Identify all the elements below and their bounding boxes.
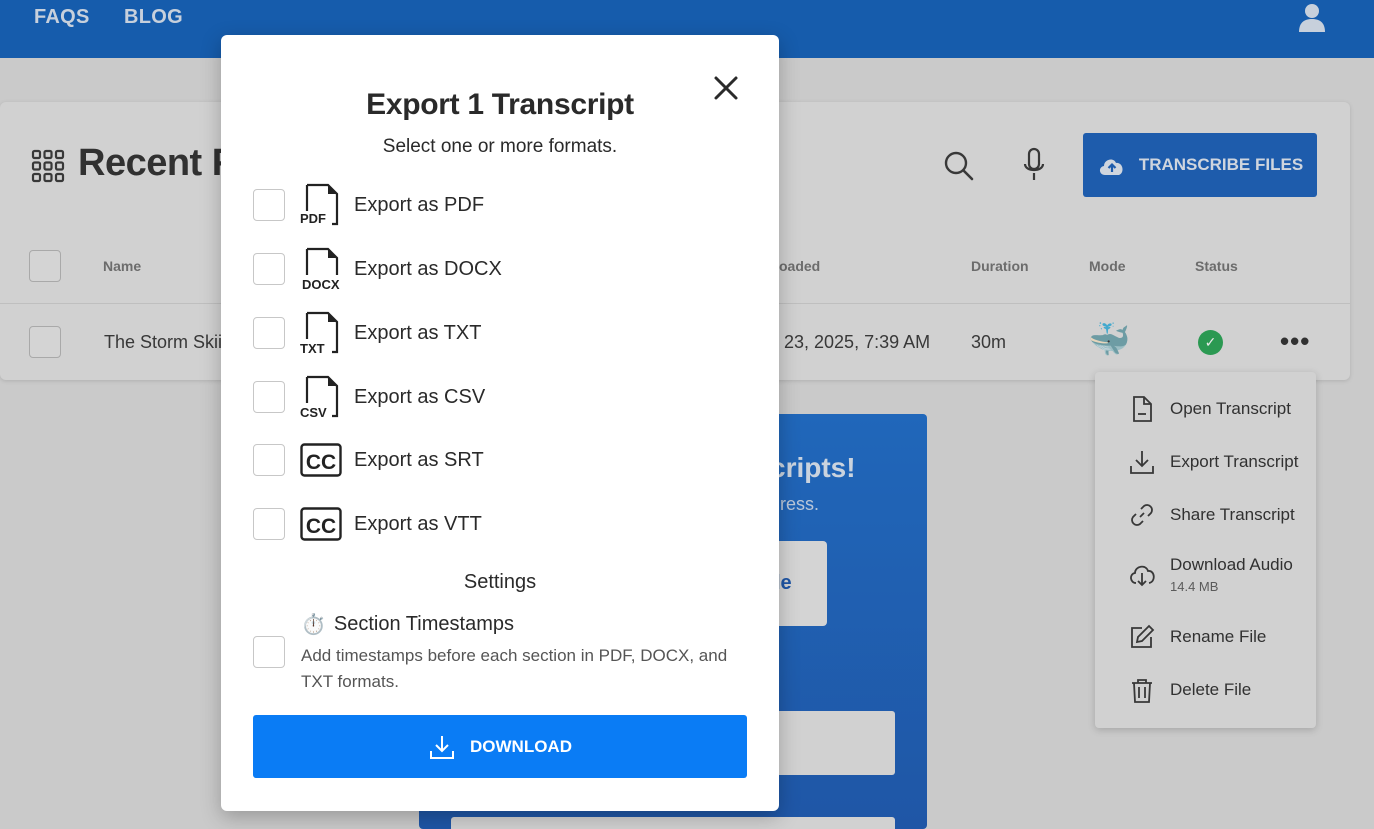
pdf-checkbox[interactable] [253,189,285,221]
menu-item-export-transcript[interactable]: Export Transcript [1128,448,1299,476]
whale-mode-icon: 🐳 [1088,321,1131,359]
docx-label: Export as DOCX [354,257,502,280]
csv-file-icon: CSV [300,375,339,419]
transcribe-files-label: TRANSCRIBE FILES [1138,155,1304,174]
page-title: Recent Fi [78,142,245,184]
column-header-duration[interactable]: Duration [971,258,1029,274]
svg-text:CC: CC [306,451,336,474]
transcribe-files-button[interactable]: TRANSCRIBE FILES [1083,133,1317,197]
download-icon [1130,451,1154,474]
docx-file-icon: DOCX [302,247,340,291]
txt-checkbox[interactable] [253,317,285,349]
row-uploaded-date: 23, 2025, 7:39 AM [784,332,931,352]
txt-file-icon: TXT [300,311,339,355]
pdf-label: Export as PDF [354,193,485,216]
docx-checkbox[interactable] [253,253,285,285]
format-option-vtt[interactable]: CC Export as VTT [253,502,482,546]
row-duration: 30m [971,332,1007,352]
trash-icon [1132,679,1152,703]
srt-checkbox[interactable] [253,444,285,476]
column-header-name[interactable]: Name [103,258,141,274]
section-timestamps-description: Add timestamps before each section in PD… [301,646,728,691]
vtt-checkbox[interactable] [253,508,285,540]
menu-item-open-transcript[interactable]: Open Transcript [1128,395,1291,423]
row-file-name[interactable]: The Storm Skiii [104,332,226,353]
section-timestamps-label: Section Timestamps [333,613,514,635]
format-option-srt[interactable]: CC Export as SRT [253,438,484,482]
stopwatch-icon: ⏱️ [301,614,326,636]
more-options-icon[interactable]: ••• [1280,326,1310,357]
format-option-txt[interactable]: TXT Export as TXT [253,311,481,355]
modal-title: Export 1 Transcript [366,88,634,121]
svg-text:PDF: PDF [300,211,326,226]
nav-link-blog[interactable]: BLOG [124,6,183,29]
cloud-download-icon [1130,565,1155,586]
column-header-status[interactable]: Status [1195,258,1238,274]
pdf-file-icon: PDF [300,183,339,226]
column-header-mode[interactable]: Mode [1089,258,1126,274]
download-icon [430,735,454,759]
csv-label: Export as CSV [354,385,486,408]
vtt-label: Export as VTT [354,512,482,535]
microphone-icon[interactable] [1022,147,1046,183]
search-icon[interactable] [942,149,974,181]
closed-captions-icon: CC [300,443,342,477]
nav-link-faqs[interactable]: FAQS [34,6,90,29]
csv-checkbox[interactable] [253,381,285,413]
download-button[interactable]: DOWNLOAD [253,715,747,778]
svg-text:CSV: CSV [300,405,327,419]
promo-input-secondary[interactable] [451,817,895,829]
select-all-checkbox[interactable] [29,250,61,282]
section-timestamps-checkbox[interactable] [253,636,285,668]
cloud-upload-icon [1099,159,1123,175]
link-icon [1131,504,1153,526]
closed-captions-icon: CC [300,507,342,541]
svg-text:TXT: TXT [300,341,325,355]
menu-item-share-transcript[interactable]: Share Transcript [1128,501,1295,529]
srt-label: Export as SRT [354,448,484,471]
document-icon [1133,396,1152,422]
close-icon[interactable] [713,75,739,101]
format-option-docx[interactable]: DOCX Export as DOCX [253,247,502,291]
audio-file-size: 14.4 MB [1170,579,1219,594]
format-option-pdf[interactable]: PDF Export as PDF [253,183,484,227]
edit-icon [1131,624,1155,648]
user-icon[interactable] [1298,2,1326,32]
format-option-csv[interactable]: CSV Export as CSV [253,375,485,419]
svg-text:CC: CC [306,515,336,538]
apps-grid-icon [31,149,65,183]
menu-item-rename-file[interactable]: Rename File [1128,623,1266,651]
svg-text:DOCX: DOCX [302,277,340,291]
status-complete-icon: ✓ [1198,330,1223,355]
menu-item-delete-file[interactable]: Delete File [1128,676,1251,704]
download-label: DOWNLOAD [470,736,572,756]
promo-title: cripts! [770,452,856,483]
settings-heading: Settings [463,571,537,593]
file-context-menu [1095,372,1316,728]
txt-label: Export as TXT [354,321,482,344]
row-checkbox[interactable] [29,326,61,358]
modal-subtitle: Select one or more formats. [382,136,618,157]
menu-item-download-audio[interactable]: Download Audio 14.4 MB [1128,555,1293,594]
column-header-uploaded[interactable]: oaded [779,258,820,274]
section-timestamps-title: ⏱️ Section Timestamps [301,612,514,637]
